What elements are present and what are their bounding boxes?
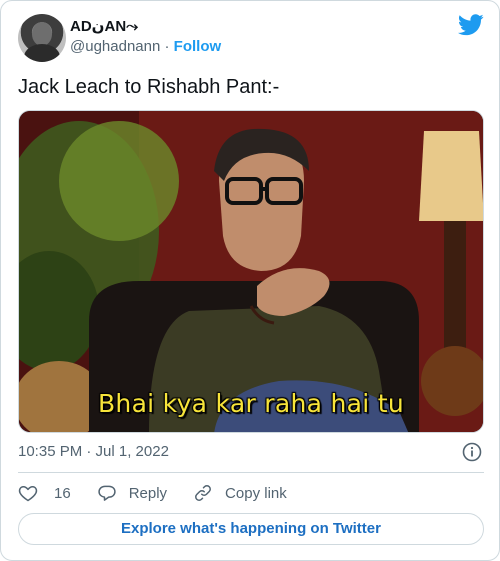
reply-button[interactable]: Reply <box>97 483 167 503</box>
media-illustration <box>19 111 483 432</box>
avatar-face <box>32 22 52 46</box>
tweet-card: ADنAN⤳ @ughadnann · Follow Jack Leach to… <box>0 0 500 561</box>
info-icon[interactable] <box>462 442 482 462</box>
tweet-timestamp[interactable]: 10:35 PM · Jul 1, 2022 <box>18 442 169 462</box>
tweet-header: ADنAN⤳ @ughadnann · Follow <box>18 14 484 62</box>
avatar-body <box>24 44 60 62</box>
tweet-text: Jack Leach to Rishabh Pant:- <box>18 76 280 98</box>
follow-button[interactable]: Follow <box>174 38 222 55</box>
twitter-bird-icon[interactable] <box>458 14 484 36</box>
link-icon <box>195 485 212 501</box>
media-caption: Bhai kya kar raha hai tu <box>97 389 405 418</box>
explore-button[interactable]: Explore what's happening on Twitter <box>18 513 484 545</box>
separator: · <box>164 38 170 55</box>
action-bar: 16 Reply Copy link <box>18 482 313 504</box>
copy-link-button[interactable]: Copy link <box>193 483 287 503</box>
handle-row: @ughadnann · Follow <box>70 37 221 57</box>
author-block: ADنAN⤳ @ughadnann · Follow <box>70 18 221 57</box>
divider <box>18 472 484 473</box>
speech-bubble-icon <box>98 485 116 501</box>
reply-label: Reply <box>128 484 168 502</box>
copy-link-label: Copy link <box>225 484 287 502</box>
like-button[interactable]: 16 <box>18 483 71 503</box>
display-name[interactable]: ADنAN⤳ <box>70 18 221 36</box>
like-count: 16 <box>54 484 71 502</box>
avatar[interactable] <box>18 14 66 62</box>
heart-icon <box>18 486 38 502</box>
handle[interactable]: @ughadnann <box>70 38 160 55</box>
tweet-media[interactable]: Bhai kya kar raha hai tu <box>18 110 484 433</box>
